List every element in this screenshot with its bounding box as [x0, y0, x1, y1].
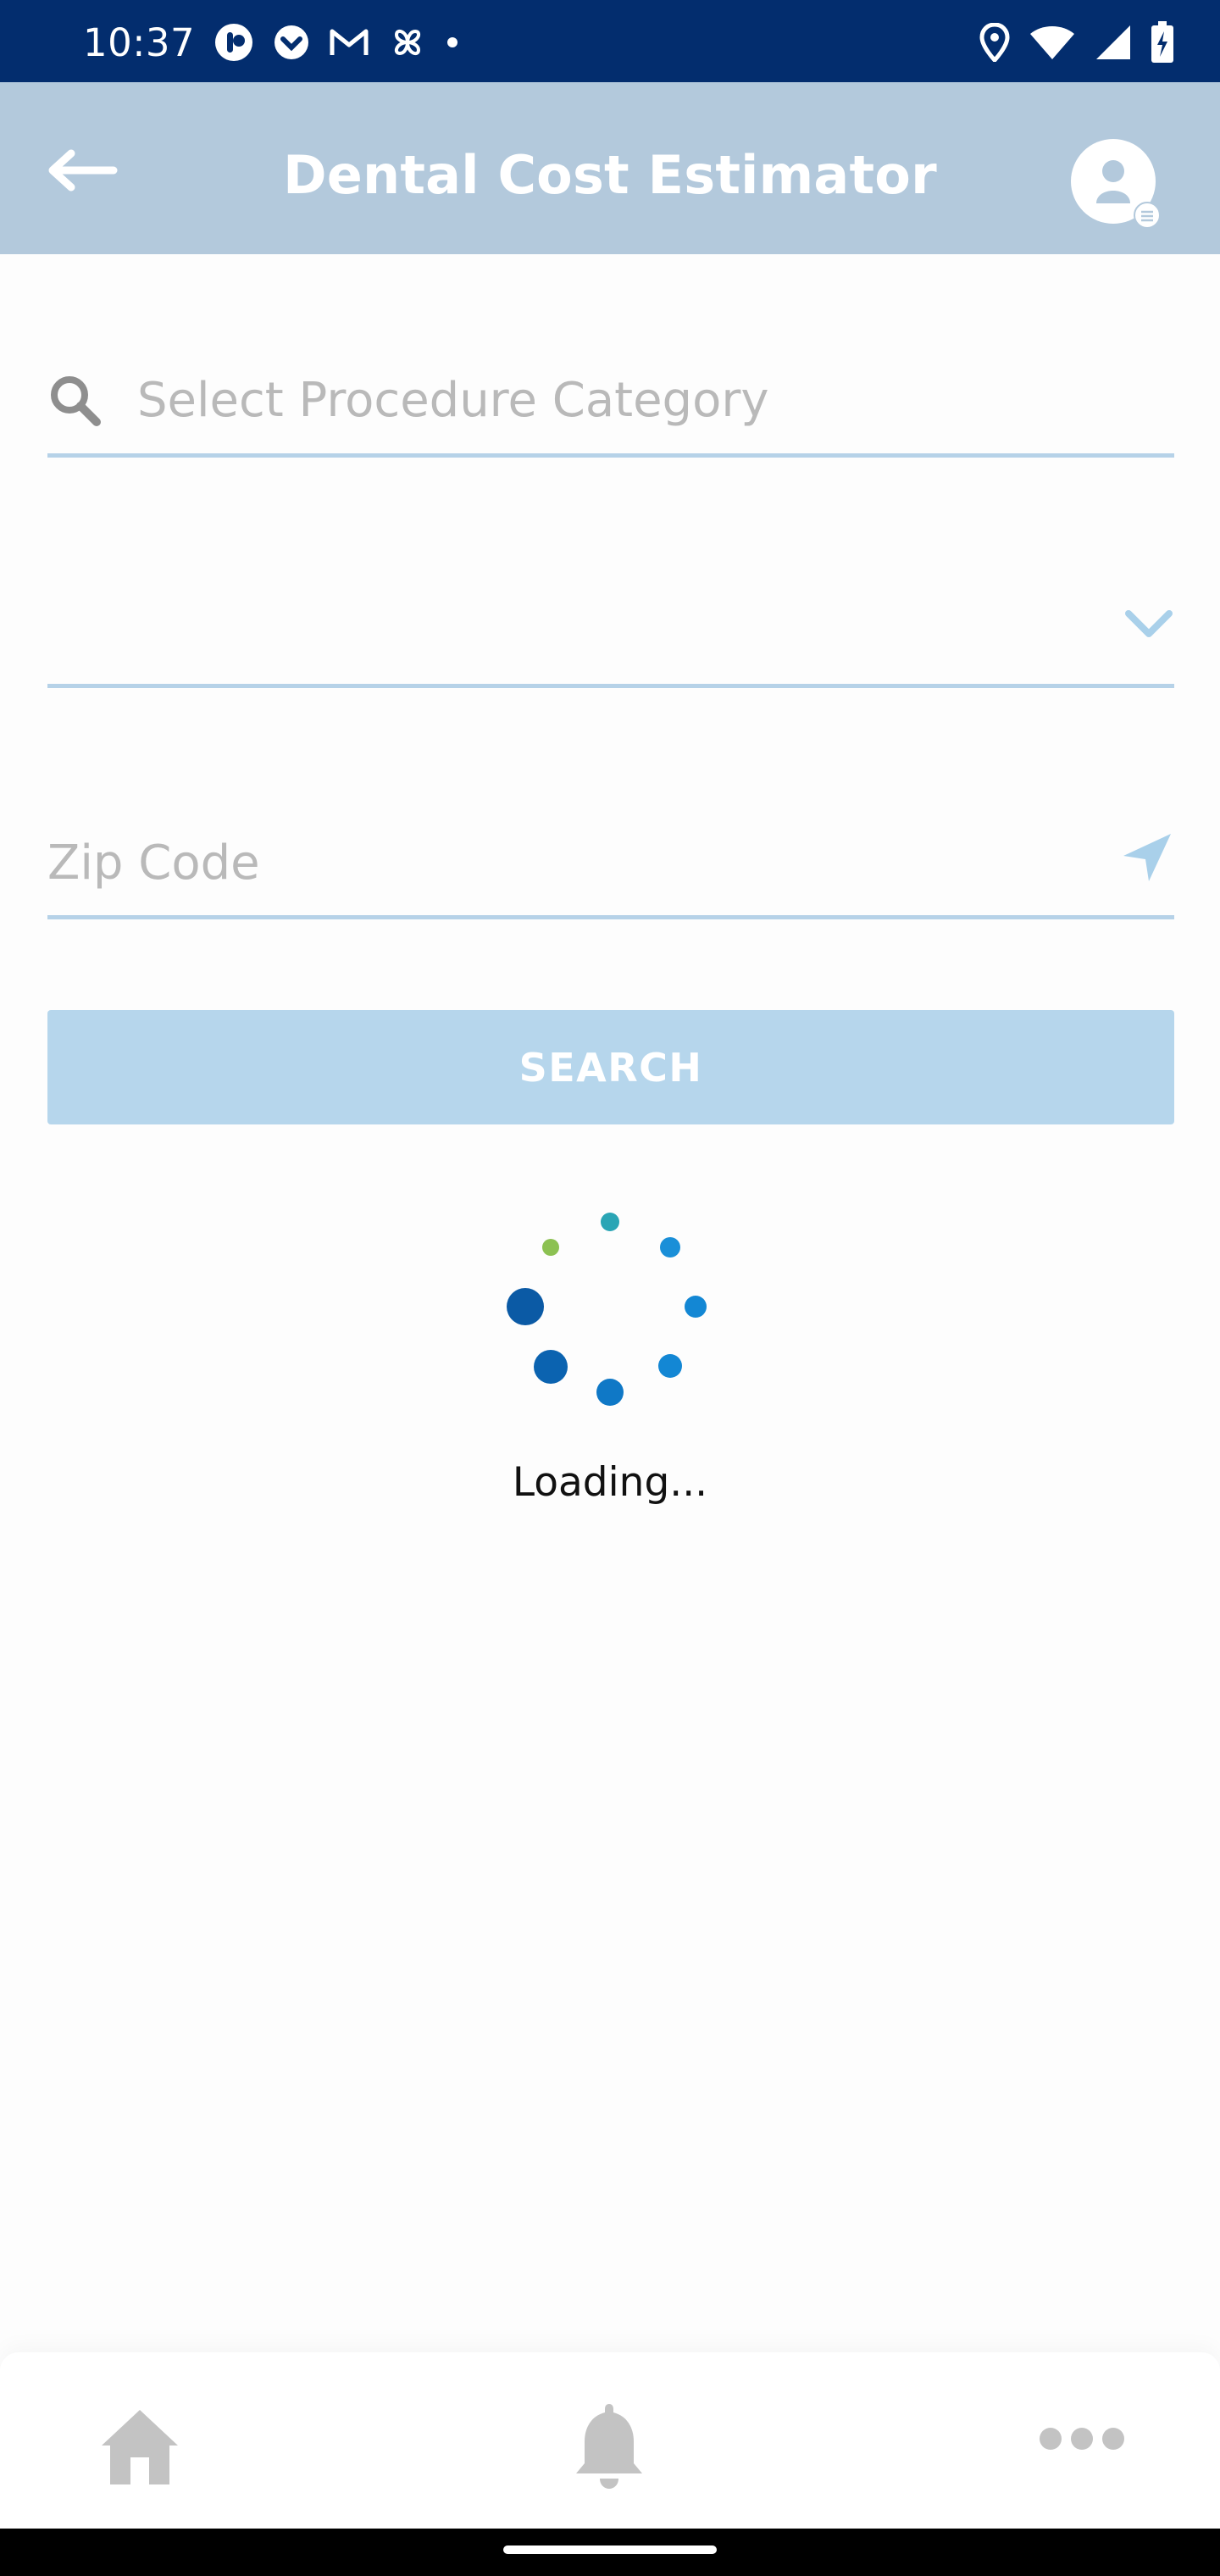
dot-icon — [447, 37, 458, 47]
pocket-icon — [274, 25, 308, 59]
chevron-down-icon — [1125, 610, 1173, 637]
bottom-nav — [0, 2352, 1220, 2529]
spinner-dot — [534, 1350, 568, 1384]
search-button[interactable]: SEARCH — [47, 1010, 1174, 1124]
spinner-dot — [658, 1354, 682, 1378]
bell-icon[interactable] — [563, 2399, 656, 2492]
page-title: Dental Cost Estimator — [283, 144, 937, 206]
spinner-dot — [660, 1237, 680, 1257]
status-icons-left — [214, 22, 459, 63]
signal-icon — [1096, 25, 1130, 59]
wifi-icon — [1030, 26, 1074, 59]
system-nav-bar — [0, 2529, 1220, 2576]
loading-text: Loading... — [512, 1459, 708, 1506]
battery-icon — [1151, 21, 1173, 63]
location-arrow-icon[interactable] — [1120, 830, 1174, 885]
status-time: 10:37 — [83, 20, 196, 65]
home-indicator[interactable] — [503, 2545, 717, 2554]
status-icons-right — [979, 20, 1174, 64]
zip-placeholder: Zip Code — [47, 836, 260, 891]
pinwheel-icon — [394, 29, 421, 56]
gmail-icon — [330, 29, 369, 55]
location-icon — [979, 23, 1010, 62]
procedure-dropdown[interactable] — [47, 585, 1174, 688]
spinner-dot — [601, 1213, 619, 1231]
zip-code-field[interactable]: Zip Code — [47, 822, 1174, 919]
procedure-search-field[interactable]: Select Procedure Category — [47, 364, 1174, 458]
search-placeholder: Select Procedure Category — [137, 373, 769, 428]
loading-spinner — [507, 1213, 707, 1406]
spinner-dot — [542, 1239, 559, 1256]
spinner-dot — [507, 1288, 544, 1325]
app-notification-icon — [215, 24, 252, 61]
status-bar: 10:37 — [0, 0, 1220, 82]
app-header: Dental Cost Estimator — [0, 82, 1220, 254]
profile-icon[interactable] — [1069, 137, 1162, 230]
home-icon[interactable] — [93, 2403, 186, 2488]
search-icon — [51, 376, 101, 426]
spinner-dot — [596, 1379, 624, 1406]
spinner-dot — [685, 1296, 707, 1318]
more-icon[interactable] — [1035, 2420, 1128, 2457]
